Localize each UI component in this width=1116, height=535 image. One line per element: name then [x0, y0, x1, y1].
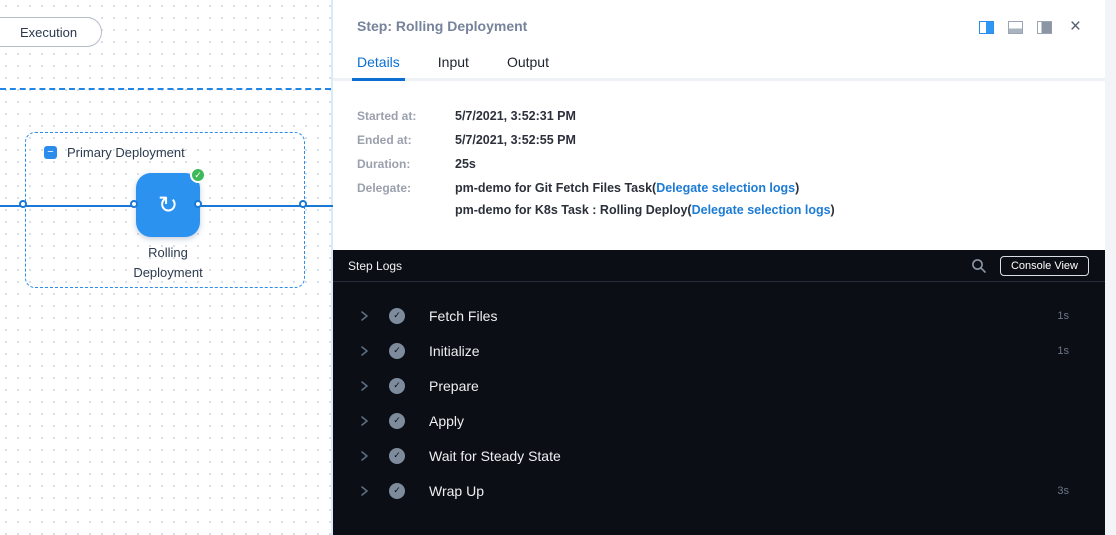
execution-tab-label: Execution	[20, 25, 77, 40]
delegate-text-close: )	[831, 203, 835, 217]
delegate-text: pm-demo for Git Fetch Files Task(	[455, 181, 656, 195]
log-step-label: Initialize	[429, 343, 480, 359]
delegate-selection-logs-link[interactable]: Delegate selection logs	[656, 181, 795, 195]
log-row-prepare[interactable]: ✓ Prepare	[333, 368, 1105, 403]
panel-scrollbar-gutter[interactable]	[1105, 0, 1116, 535]
panel-layout-actions: ×	[979, 20, 1081, 34]
pipeline-execution-view: Execution − Primary Deployment ↻ ✓ Rolli…	[0, 0, 1116, 535]
log-step-duration: 1s	[1057, 345, 1069, 357]
log-step-label: Wrap Up	[429, 483, 484, 499]
started-at-value: 5/7/2021, 3:52:31 PM	[455, 109, 576, 124]
delegate-text: pm-demo for K8s Task : Rolling Deploy(	[455, 203, 692, 217]
connector-group-left[interactable]	[19, 200, 27, 208]
console-view-button[interactable]: Console View	[1000, 256, 1089, 276]
delegate-line-2: pm-demo for K8s Task : Rolling Deploy(De…	[455, 203, 835, 218]
duration-value: 25s	[455, 157, 476, 172]
node-label: Rolling Deployment	[113, 243, 223, 283]
panel-header: Step: Rolling Deployment ×	[333, 0, 1105, 34]
execution-tab[interactable]: Execution	[0, 17, 102, 47]
step-details-panel: Step: Rolling Deployment × Details	[333, 0, 1105, 535]
log-step-label: Wait for Steady State	[429, 448, 561, 464]
delegate-selection-logs-link[interactable]: Delegate selection logs	[692, 203, 831, 217]
log-step-label: Apply	[429, 413, 464, 429]
ended-at-label: Ended at:	[357, 133, 455, 148]
check-circle-icon: ✓	[389, 483, 405, 499]
step-details: Started at: 5/7/2021, 3:52:31 PM Ended a…	[333, 81, 1105, 225]
log-row-wrap-up[interactable]: ✓ Wrap Up 3s	[333, 473, 1105, 508]
panel-tabs: Details Input Output	[333, 34, 1105, 81]
chevron-right-icon[interactable]	[359, 346, 369, 356]
check-circle-icon: ✓	[389, 308, 405, 324]
log-row-fetch-files[interactable]: ✓ Fetch Files 1s	[333, 298, 1105, 333]
close-icon[interactable]: ×	[1070, 20, 1081, 34]
chevron-right-icon[interactable]	[359, 311, 369, 321]
detail-row-delegate: Delegate: pm-demo for Git Fetch Files Ta…	[357, 181, 1081, 225]
search-icon[interactable]	[971, 258, 987, 274]
chevron-right-icon[interactable]	[359, 486, 369, 496]
delegate-line-1: pm-demo for Git Fetch Files Task(Delegat…	[455, 181, 835, 196]
ended-at-value: 5/7/2021, 3:52:55 PM	[455, 133, 576, 148]
pipeline-canvas[interactable]: Execution − Primary Deployment ↻ ✓ Rolli…	[0, 0, 333, 535]
dock-right-icon[interactable]	[1037, 21, 1052, 34]
log-step-duration: 1s	[1057, 310, 1069, 322]
step-logs-section: Step Logs Console View ✓ Fetch Files	[333, 250, 1105, 535]
log-row-wait-for-steady-state[interactable]: ✓ Wait for Steady State	[333, 438, 1105, 473]
chevron-right-icon[interactable]	[359, 451, 369, 461]
log-rows: ✓ Fetch Files 1s ✓ Initialize 1s	[333, 282, 1105, 508]
log-row-apply[interactable]: ✓ Apply	[333, 403, 1105, 438]
chevron-right-icon[interactable]	[359, 416, 369, 426]
tab-output[interactable]: Output	[507, 54, 549, 81]
tab-details[interactable]: Details	[357, 54, 400, 81]
detail-row-duration: Duration: 25s	[357, 157, 1081, 172]
step-logs-title: Step Logs	[348, 259, 402, 273]
split-right-icon[interactable]	[979, 21, 994, 34]
chevron-right-icon[interactable]	[359, 381, 369, 391]
log-step-label: Prepare	[429, 378, 479, 394]
panel-title: Step: Rolling Deployment	[357, 18, 527, 34]
delegate-label: Delegate:	[357, 181, 455, 225]
duration-label: Duration:	[357, 157, 455, 172]
started-at-label: Started at:	[357, 109, 455, 124]
check-circle-icon: ✓	[389, 343, 405, 359]
connector-group-right[interactable]	[299, 200, 307, 208]
collapse-minus-icon[interactable]: −	[44, 146, 57, 159]
check-circle-icon: ✓	[389, 448, 405, 464]
success-check-icon: ✓	[190, 167, 206, 183]
step-logs-header: Step Logs Console View	[333, 250, 1105, 282]
group-header: − Primary Deployment	[44, 145, 185, 160]
stage-boundary-line	[0, 88, 331, 90]
split-bottom-icon[interactable]	[1008, 21, 1023, 34]
log-row-initialize[interactable]: ✓ Initialize 1s	[333, 333, 1105, 368]
detail-row-ended: Ended at: 5/7/2021, 3:52:55 PM	[357, 133, 1081, 148]
log-step-duration: 3s	[1057, 485, 1069, 497]
group-label: Primary Deployment	[67, 145, 185, 160]
log-step-label: Fetch Files	[429, 308, 497, 324]
delegate-text-close: )	[795, 181, 799, 195]
detail-row-started: Started at: 5/7/2021, 3:52:31 PM	[357, 109, 1081, 124]
check-circle-icon: ✓	[389, 413, 405, 429]
check-circle-icon: ✓	[389, 378, 405, 394]
connector-node-right[interactable]	[194, 200, 202, 208]
tab-input[interactable]: Input	[438, 54, 469, 81]
rolling-deployment-node[interactable]: ↻ ✓	[136, 173, 200, 237]
refresh-icon: ↻	[158, 193, 178, 217]
connector-node-left[interactable]	[130, 200, 138, 208]
